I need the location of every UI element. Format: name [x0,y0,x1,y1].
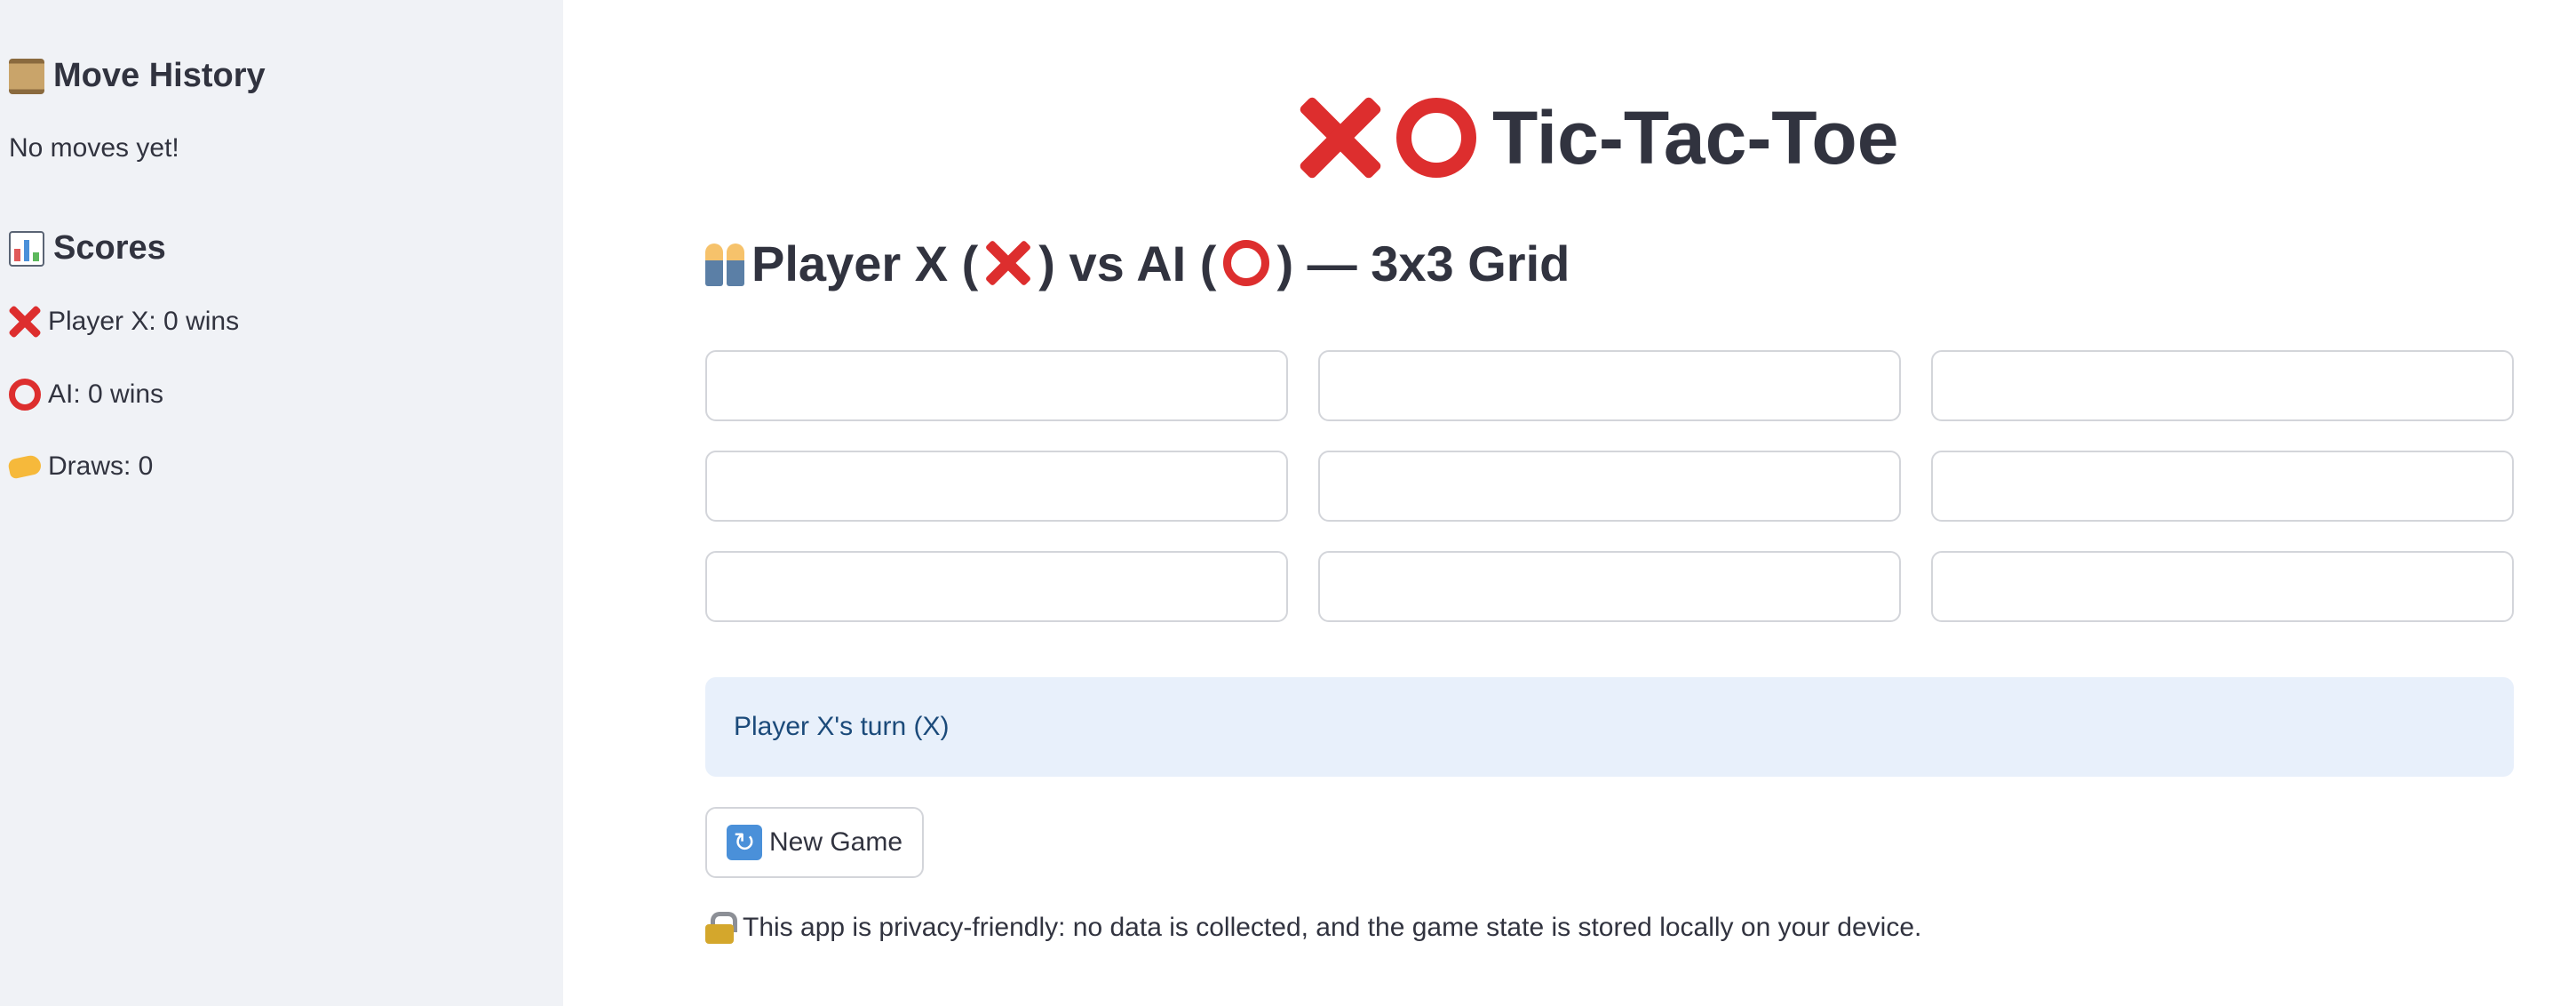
subtitle-part1: Player X ( [751,235,979,291]
circle-icon [9,379,41,411]
game-board [705,350,2514,622]
scores-title: Scores [53,229,166,267]
game-subtitle: Player X ( ) vs AI ( ) — 3x3 Grid [705,235,1570,291]
new-game-button[interactable]: ↻ New Game [705,807,924,878]
sidebar: Move History No moves yet! Scores Player… [0,0,563,1006]
move-history-title: Move History [53,57,266,94]
page-title-text: Tic-Tac-Toe [1492,95,1899,180]
move-history-empty-text: No moves yet! [9,133,179,163]
privacy-note: This app is privacy-friendly: no data is… [705,908,1921,947]
handshake-icon [7,453,43,480]
scores-heading: Scores [9,229,166,267]
cross-icon [9,306,41,338]
turn-status-text: Player X's turn (X) [734,712,950,741]
score-draws: Draws: 0 [7,451,154,482]
move-history-empty: No moves yet! [9,133,179,164]
main-content: Tic-Tac-Toe Player X ( ) vs AI ( ) — 3x3… [563,0,2576,1006]
board-cell[interactable] [1931,350,2514,421]
privacy-note-text: This app is privacy-friendly: no data is… [743,913,1922,942]
board-cell[interactable] [1931,451,2514,522]
people-icon [705,240,744,286]
board-cell[interactable] [1318,350,1901,421]
move-history-heading: Move History [9,57,266,95]
board-cell[interactable] [1318,451,1901,522]
page-title: Tic-Tac-Toe [1300,89,1898,187]
board-cell[interactable] [705,451,1288,522]
board-cell[interactable] [1318,551,1901,622]
score-ai-text: AI: 0 wins [48,379,164,409]
new-game-label: New Game [768,827,903,857]
circle-icon [1223,240,1270,286]
lock-icon [705,912,737,944]
score-ai: AI: 0 wins [9,379,163,411]
subtitle-part2: ) vs AI ( [1038,235,1217,291]
cross-icon [985,240,1031,286]
cross-icon [1300,98,1380,178]
refresh-icon: ↻ [726,825,762,860]
score-player-x-text: Player X: 0 wins [48,307,240,336]
board-cell[interactable] [705,551,1288,622]
bar-chart-icon [9,230,44,267]
score-player-x: Player X: 0 wins [9,306,239,338]
scroll-icon [9,58,44,94]
subtitle-part3: ) — 3x3 Grid [1276,235,1570,291]
turn-status-banner: Player X's turn (X) [705,677,2514,777]
board-cell[interactable] [1931,551,2514,622]
board-cell[interactable] [705,350,1288,421]
circle-icon [1396,98,1476,178]
score-draws-text: Draws: 0 [48,451,154,481]
